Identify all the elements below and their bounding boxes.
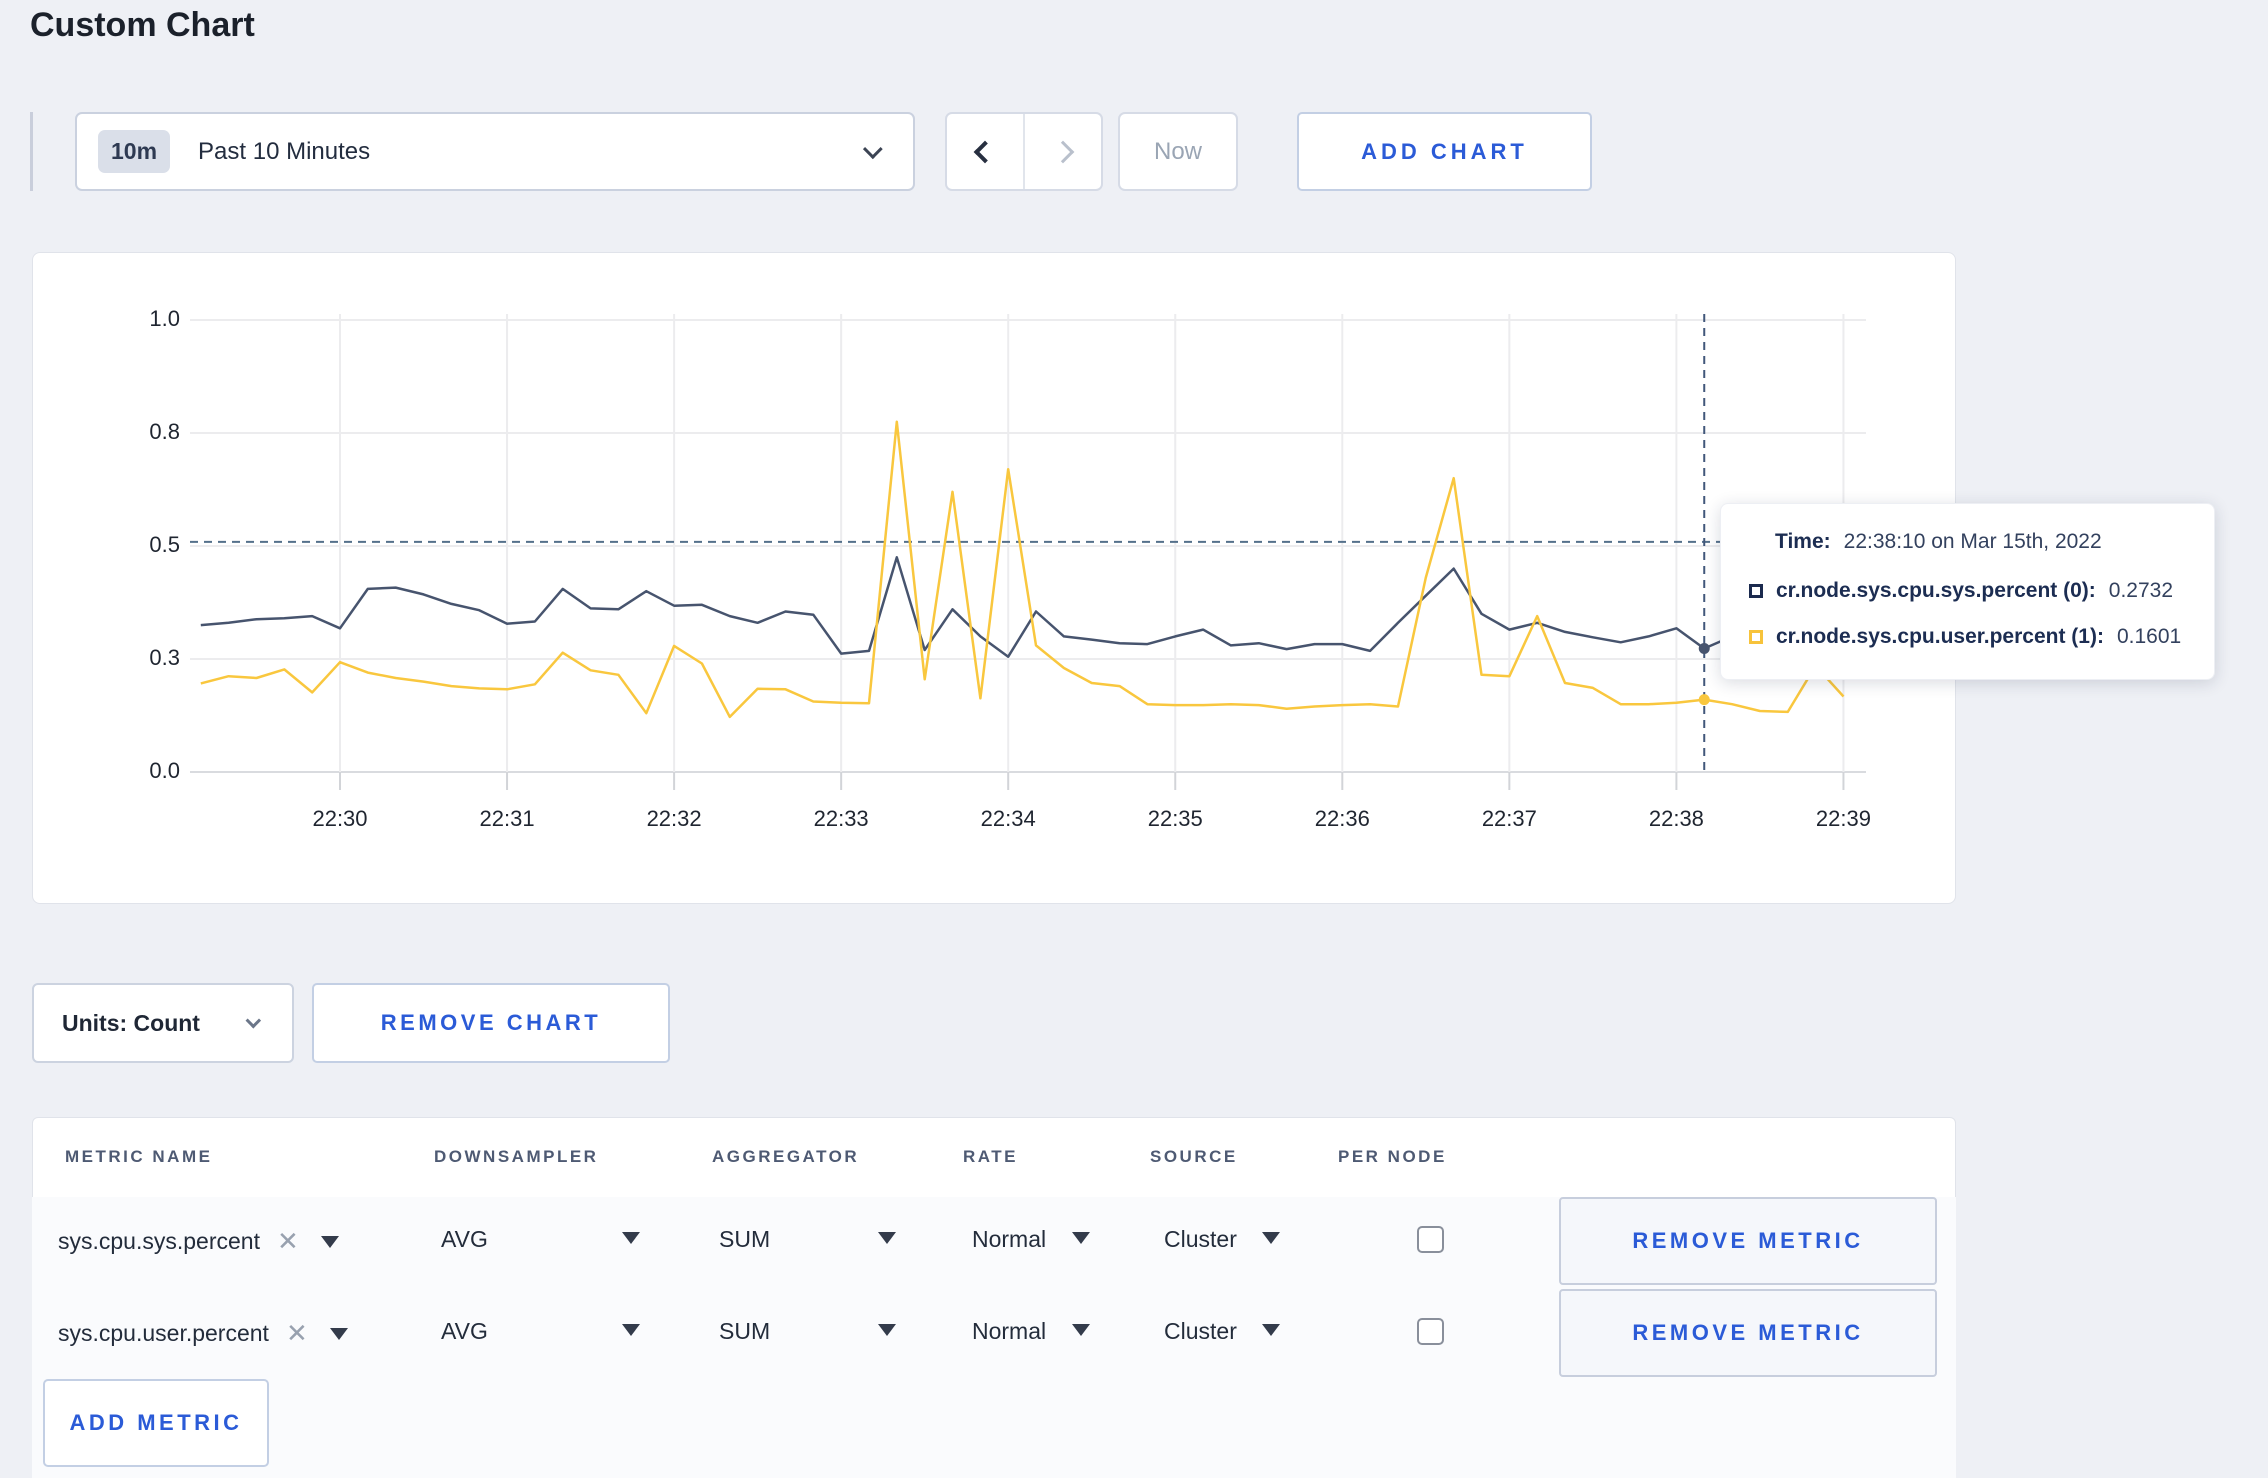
chart-hover-tooltip: Time: 22:38:10 on Mar 15th, 2022 cr.node… <box>1720 503 2215 680</box>
aggregator-select[interactable]: SUM <box>719 1318 770 1345</box>
time-back-button[interactable] <box>947 114 1023 189</box>
series-swatch-user <box>1749 630 1763 644</box>
caret-down-icon[interactable] <box>878 1324 896 1336</box>
caret-down-icon <box>329 1327 348 1340</box>
series-swatch-sys <box>1749 584 1763 598</box>
caret-down-icon[interactable] <box>622 1232 640 1244</box>
chevron-down-icon <box>862 138 883 159</box>
chevron-down-icon <box>245 1012 262 1028</box>
caret-down-icon[interactable] <box>1072 1232 1090 1244</box>
chevron-left-icon <box>973 140 997 163</box>
column-header-metric-name: METRIC NAME <box>65 1147 213 1166</box>
per-node-checkbox[interactable] <box>1417 1318 1444 1345</box>
column-header-aggregator: AGGREGATOR <box>712 1147 860 1166</box>
clear-metric-icon[interactable]: ✕ <box>277 1226 299 1257</box>
source-select[interactable]: Cluster <box>1164 1318 1237 1345</box>
tooltip-time-label: Time: <box>1775 530 1831 553</box>
source-select[interactable]: Cluster <box>1164 1226 1237 1253</box>
tooltip-series-label: cr.node.sys.cpu.sys.percent (0): <box>1776 579 2096 602</box>
now-button[interactable]: Now <box>1118 112 1238 191</box>
tooltip-series-value: 0.2732 <box>2108 579 2174 602</box>
remove-metric-button[interactable]: REMOVE METRIC <box>1559 1289 1937 1377</box>
time-range-badge: 10m <box>98 130 171 173</box>
add-metric-button[interactable]: ADD METRIC <box>43 1379 269 1467</box>
metric-name-value: sys.cpu.sys.percent <box>58 1228 260 1254</box>
add-chart-button[interactable]: ADD CHART <box>1297 112 1592 191</box>
metric-name-select[interactable]: sys.cpu.user.percent ✕ <box>58 1318 348 1349</box>
downsampler-select[interactable]: AVG <box>441 1318 488 1345</box>
caret-down-icon[interactable] <box>622 1324 640 1336</box>
metric-name-select[interactable]: sys.cpu.sys.percent ✕ <box>58 1226 339 1257</box>
remove-metric-button[interactable]: REMOVE METRIC <box>1559 1197 1937 1285</box>
aggregator-select[interactable]: SUM <box>719 1226 770 1253</box>
caret-down-icon <box>320 1235 339 1248</box>
caret-down-icon[interactable] <box>1072 1324 1090 1336</box>
column-header-source: SOURCE <box>1150 1147 1238 1166</box>
downsampler-select[interactable]: AVG <box>441 1226 488 1253</box>
column-header-downsampler: DOWNSAMPLER <box>434 1147 599 1166</box>
column-header-per-node: PER NODE <box>1338 1147 1447 1166</box>
page-title: Custom Chart <box>30 6 255 44</box>
remove-chart-button[interactable]: REMOVE CHART <box>312 983 670 1063</box>
time-range-label: Past 10 Minutes <box>198 137 371 165</box>
time-range-select[interactable]: 10m Past 10 Minutes <box>75 112 915 191</box>
chart-card[interactable] <box>32 252 1956 904</box>
tooltip-series-value: 0.1601 <box>2116 625 2182 648</box>
tooltip-series-label: cr.node.sys.cpu.user.percent (1): <box>1776 625 2104 648</box>
column-header-rate: RATE <box>963 1147 1019 1166</box>
units-select[interactable]: Units: Count <box>32 983 294 1063</box>
caret-down-icon[interactable] <box>878 1232 896 1244</box>
toolbar-left-rule <box>30 112 33 191</box>
per-node-checkbox[interactable] <box>1417 1226 1444 1253</box>
rate-select[interactable]: Normal <box>972 1318 1046 1345</box>
caret-down-icon[interactable] <box>1262 1232 1280 1244</box>
time-forward-button[interactable] <box>1023 114 1101 189</box>
caret-down-icon[interactable] <box>1262 1324 1280 1336</box>
rate-select[interactable]: Normal <box>972 1226 1046 1253</box>
tooltip-time-value: 22:38:10 on Mar 15th, 2022 <box>1843 530 2102 553</box>
time-nav-group <box>945 112 1103 191</box>
metric-name-value: sys.cpu.user.percent <box>58 1320 269 1346</box>
units-label: Units: Count <box>62 1009 200 1036</box>
chevron-right-icon <box>1051 140 1075 163</box>
clear-metric-icon[interactable]: ✕ <box>286 1318 308 1349</box>
